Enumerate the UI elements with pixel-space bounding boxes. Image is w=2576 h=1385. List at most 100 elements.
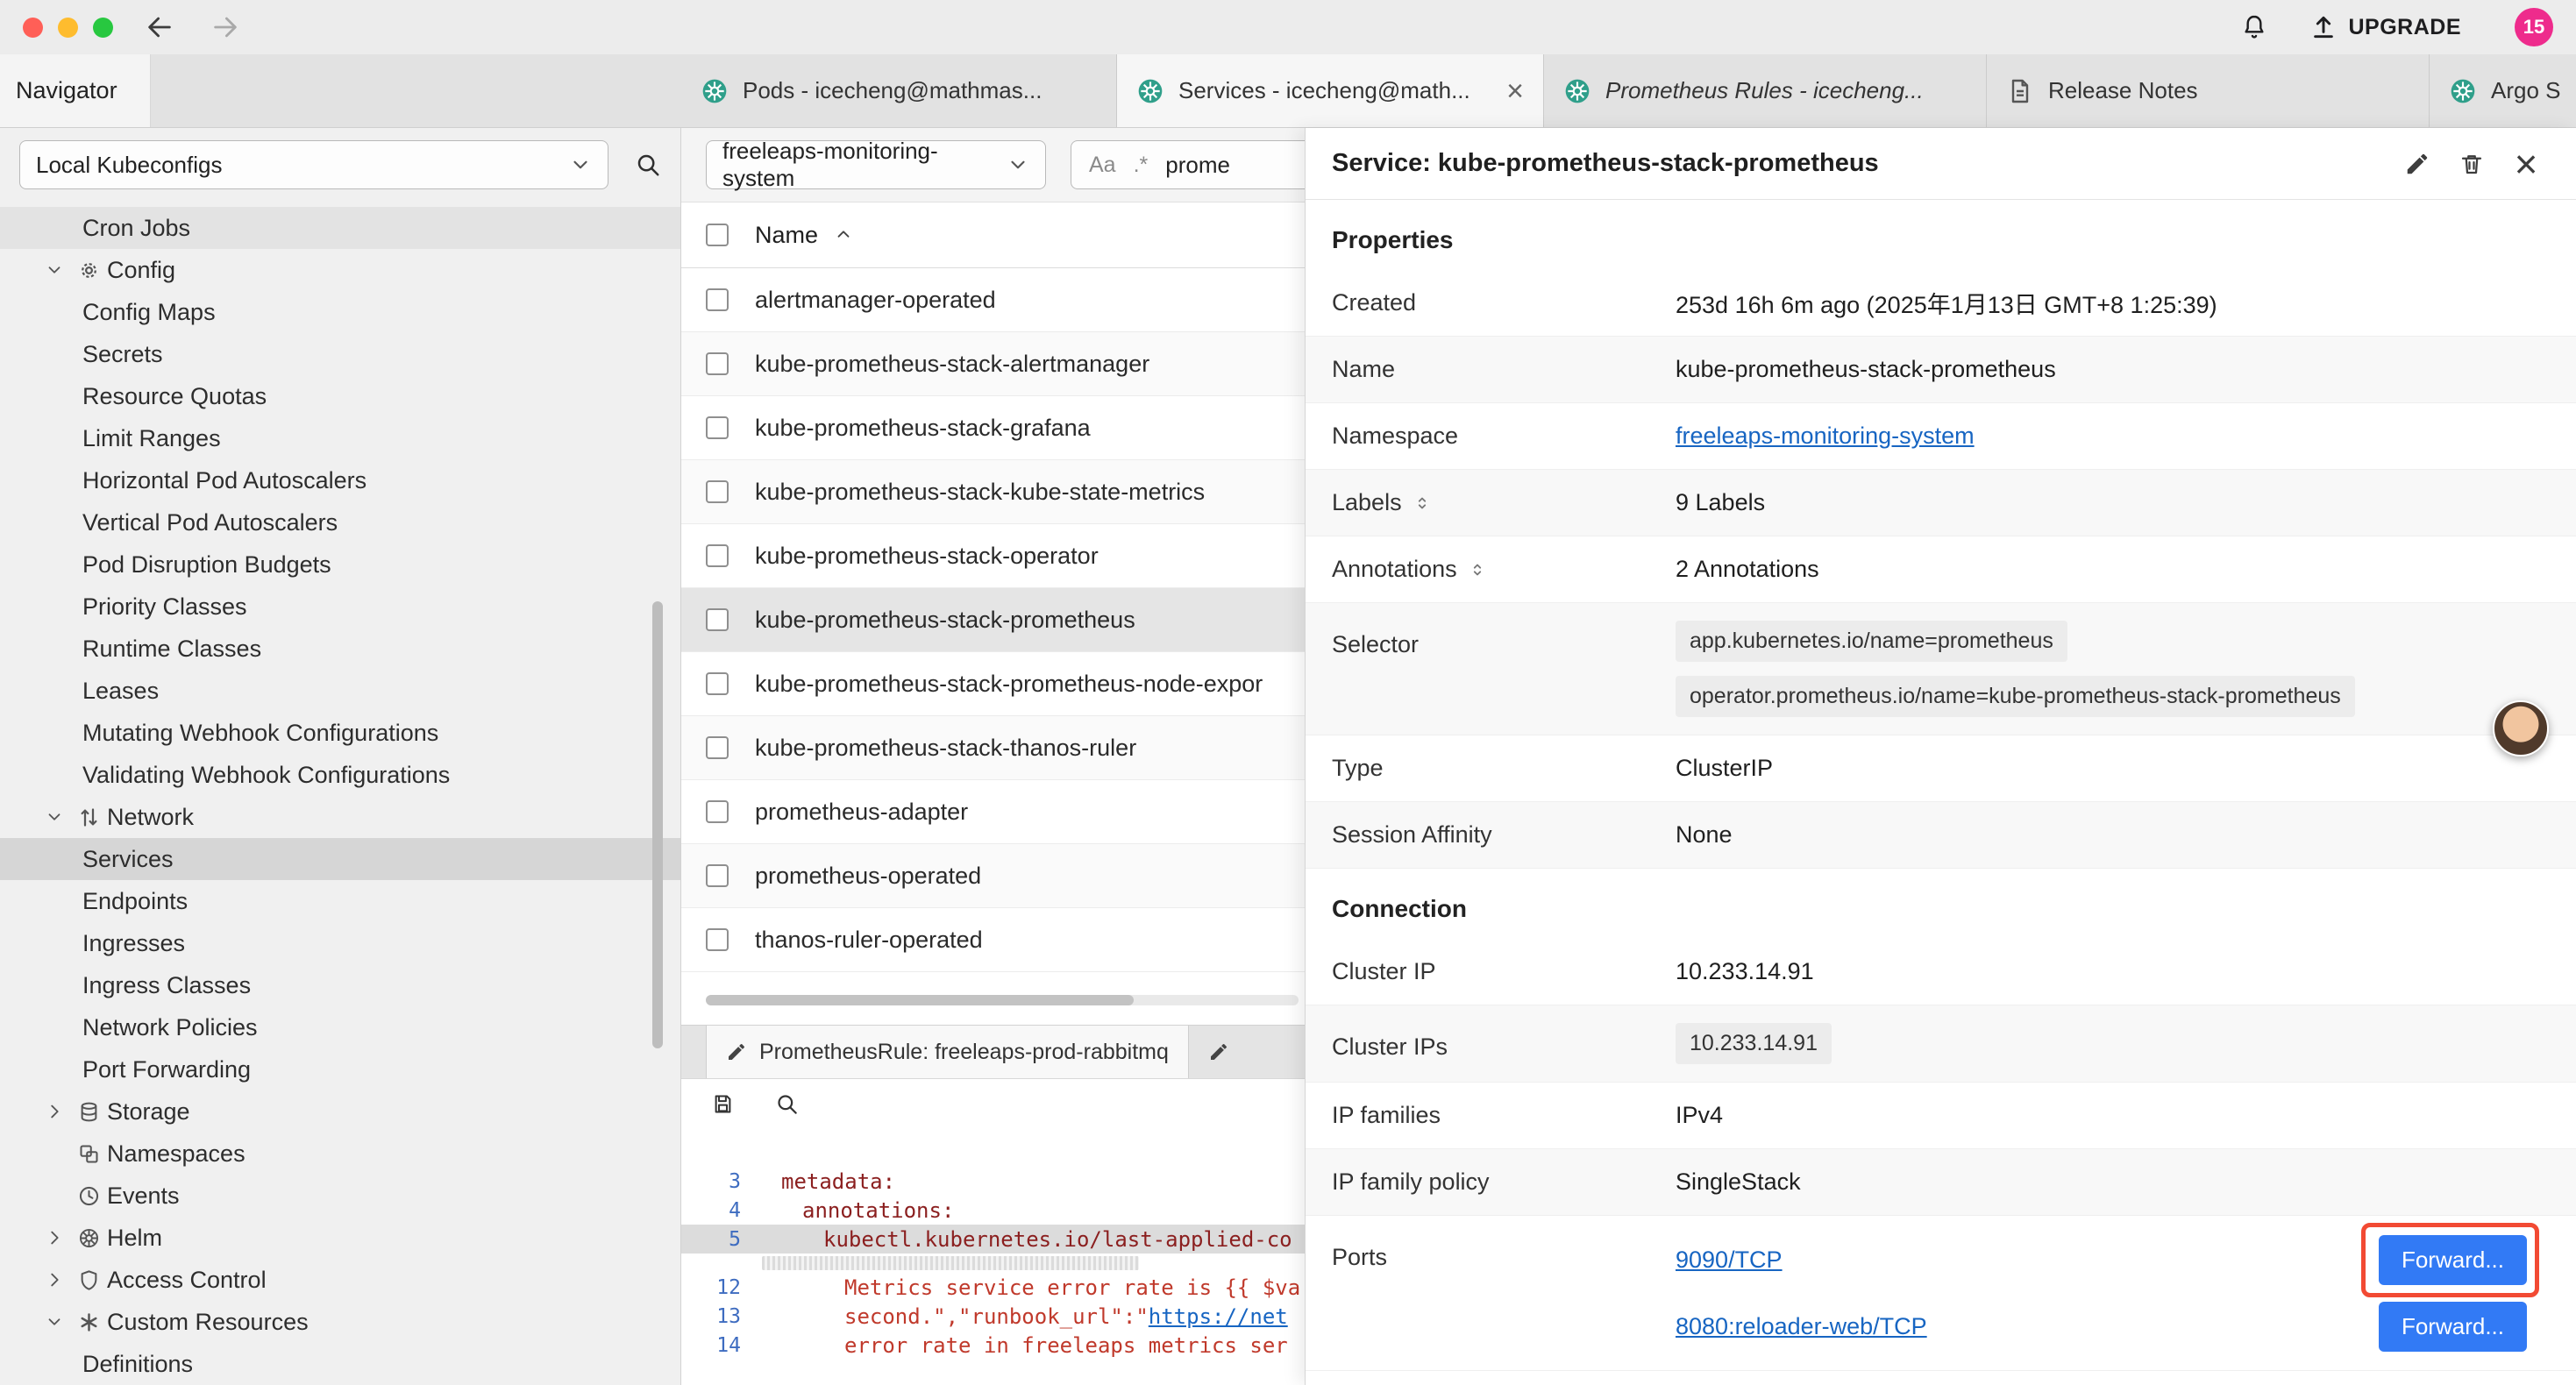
user-avatar[interactable] <box>2493 700 2549 756</box>
chevron-down-icon[interactable] <box>39 1312 70 1332</box>
sidebar-item-vertical-pod-autoscalers[interactable]: Vertical Pod Autoscalers <box>0 501 680 543</box>
row-checkbox[interactable] <box>706 480 729 503</box>
select-all-checkbox[interactable] <box>706 224 729 246</box>
sidebar-item-limit-ranges[interactable]: Limit Ranges <box>0 417 680 459</box>
row-checkbox[interactable] <box>706 288 729 311</box>
property-value: 2 Annotations <box>1676 556 1819 583</box>
chevron-down-icon[interactable] <box>39 807 70 827</box>
chevron-right-icon[interactable] <box>39 1102 70 1121</box>
namespace-filter[interactable]: freeleaps-monitoring-system <box>706 140 1046 189</box>
row-checkbox[interactable] <box>706 608 729 631</box>
sidebar-item-config-maps[interactable]: Config Maps <box>0 291 680 333</box>
regex-toggle[interactable]: .* <box>1134 153 1149 178</box>
sidebar-item-namespaces[interactable]: Namespaces <box>0 1133 680 1175</box>
chevron-down-icon[interactable] <box>39 260 70 280</box>
sidebar-search-icon[interactable] <box>635 152 661 178</box>
row-name: thanos-ruler-operated <box>755 927 983 954</box>
port-link[interactable]: 9090/TCP <box>1676 1246 1783 1274</box>
back-icon[interactable] <box>140 8 179 46</box>
sidebar-item-network-policies[interactable]: Network Policies <box>0 1006 680 1048</box>
notifications-bell-icon[interactable] <box>2240 13 2268 41</box>
upgrade-button[interactable]: UPGRADE <box>2309 13 2461 41</box>
row-checkbox[interactable] <box>706 736 729 759</box>
sort-toggle-icon[interactable] <box>1413 494 1432 513</box>
sidebar-item-priority-classes[interactable]: Priority Classes <box>0 586 680 628</box>
name-column-header[interactable]: Name <box>755 222 818 249</box>
edit-icon[interactable] <box>2394 140 2441 188</box>
forward-button[interactable]: Forward... <box>2379 1235 2527 1285</box>
row-checkbox[interactable] <box>706 352 729 375</box>
delete-icon[interactable] <box>2448 140 2495 188</box>
kubeconfig-selector-value: Local Kubeconfigs <box>36 152 222 179</box>
row-name: alertmanager-operated <box>755 287 996 314</box>
sidebar-item-network[interactable]: Network <box>0 796 680 838</box>
navigator-tab[interactable]: Navigator <box>0 54 151 127</box>
tab-pods-icecheng-mathmas[interactable]: Pods - icecheng@mathmas... <box>681 54 1117 127</box>
chevron-right-icon[interactable] <box>39 1228 70 1247</box>
row-checkbox[interactable] <box>706 416 729 439</box>
window-minimize-button[interactable] <box>58 18 78 38</box>
sidebar-item-port-forwarding[interactable]: Port Forwarding <box>0 1048 680 1090</box>
window-maximize-button[interactable] <box>93 18 113 38</box>
sidebar-item-cron-jobs[interactable]: Cron Jobs <box>0 207 680 249</box>
sidebar-item-ingress-classes[interactable]: Ingress Classes <box>0 964 680 1006</box>
sidebar-item-runtime-classes[interactable]: Runtime Classes <box>0 628 680 670</box>
match-case-toggle[interactable]: Aa <box>1089 153 1116 178</box>
property-label: Labels <box>1332 489 1676 516</box>
editor-tab[interactable]: PrometheusRule: freeleaps-prod-rabbitmq <box>706 1026 1189 1078</box>
tab-services-icecheng-math[interactable]: Services - icecheng@math...× <box>1117 54 1544 127</box>
scrollbar-thumb[interactable] <box>706 995 1134 1005</box>
code-token: error rate in freeleaps metrics ser <box>844 1333 1288 1358</box>
code-text: error rate in freeleaps metrics ser <box>760 1333 1288 1358</box>
drawer-content: PropertiesCreated253d 16h 6m ago (2025年1… <box>1306 200 2576 1371</box>
tab-prometheus-rules-icecheng[interactable]: Prometheus Rules - icecheng... <box>1544 54 1987 127</box>
namespace-link[interactable]: freeleaps-monitoring-system <box>1676 423 1975 450</box>
sidebar-scrollbar[interactable] <box>652 601 663 1048</box>
row-checkbox[interactable] <box>706 800 729 823</box>
code-token: Metrics service error rate is {{ $va <box>844 1275 1300 1300</box>
tab-close-icon[interactable]: × <box>1498 76 1524 106</box>
sidebar-item-storage[interactable]: Storage <box>0 1090 680 1133</box>
window-close-button[interactable] <box>23 18 43 38</box>
sidebar-item-events[interactable]: Events <box>0 1175 680 1217</box>
sidebar-item-secrets[interactable]: Secrets <box>0 333 680 375</box>
sidebar-item-leases[interactable]: Leases <box>0 670 680 712</box>
chevron-right-icon[interactable] <box>39 1270 70 1289</box>
sidebar-item-mutating-webhook-configurations[interactable]: Mutating Webhook Configurations <box>0 712 680 754</box>
sidebar-item-label: Priority Classes <box>82 593 247 621</box>
close-icon[interactable]: × <box>2502 140 2550 188</box>
sort-toggle-icon[interactable] <box>1468 560 1487 579</box>
section-rows: Cluster IP10.233.14.91Cluster IPs10.233.… <box>1306 939 2576 1371</box>
forward-button[interactable]: Forward... <box>2379 1302 2527 1352</box>
sidebar-item-custom-resources[interactable]: Custom Resources <box>0 1301 680 1343</box>
sidebar-item-services[interactable]: Services <box>0 838 680 880</box>
sort-asc-icon[interactable] <box>834 225 853 245</box>
editor-search-icon[interactable] <box>775 1092 799 1116</box>
row-checkbox[interactable] <box>706 672 729 695</box>
sidebar-item-definitions[interactable]: Definitions <box>0 1343 680 1385</box>
sidebar-item-validating-webhook-configurations[interactable]: Validating Webhook Configurations <box>0 754 680 796</box>
sidebar-item-helm[interactable]: Helm <box>0 1217 680 1259</box>
table-horizontal-scrollbar[interactable] <box>706 995 1299 1005</box>
row-checkbox[interactable] <box>706 928 729 951</box>
sidebar-item-label: Ingress Classes <box>82 972 251 999</box>
kubeconfig-selector[interactable]: Local Kubeconfigs <box>19 140 608 189</box>
notification-count-badge[interactable]: 15 <box>2515 8 2553 46</box>
sidebar-item-label: Helm <box>107 1225 162 1252</box>
sidebar-item-access-control[interactable]: Access Control <box>0 1259 680 1301</box>
tab-argo-s[interactable]: Argo S <box>2430 54 2576 127</box>
save-icon[interactable] <box>711 1092 735 1116</box>
sidebar-item-resource-quotas[interactable]: Resource Quotas <box>0 375 680 417</box>
forward-icon[interactable] <box>206 8 245 46</box>
sidebar-item-ingresses[interactable]: Ingresses <box>0 922 680 964</box>
row-checkbox[interactable] <box>706 544 729 567</box>
port-link[interactable]: 8080:reloader-web/TCP <box>1676 1313 1927 1340</box>
tab-release-notes[interactable]: Release Notes <box>1987 54 2430 127</box>
sidebar-item-label: Limit Ranges <box>82 425 221 452</box>
tab-label: Pods - icecheng@mathmas... <box>743 77 1042 104</box>
row-checkbox[interactable] <box>706 864 729 887</box>
sidebar-item-horizontal-pod-autoscalers[interactable]: Horizontal Pod Autoscalers <box>0 459 680 501</box>
sidebar-item-config[interactable]: Config <box>0 249 680 291</box>
sidebar-item-pod-disruption-budgets[interactable]: Pod Disruption Budgets <box>0 543 680 586</box>
sidebar-item-endpoints[interactable]: Endpoints <box>0 880 680 922</box>
